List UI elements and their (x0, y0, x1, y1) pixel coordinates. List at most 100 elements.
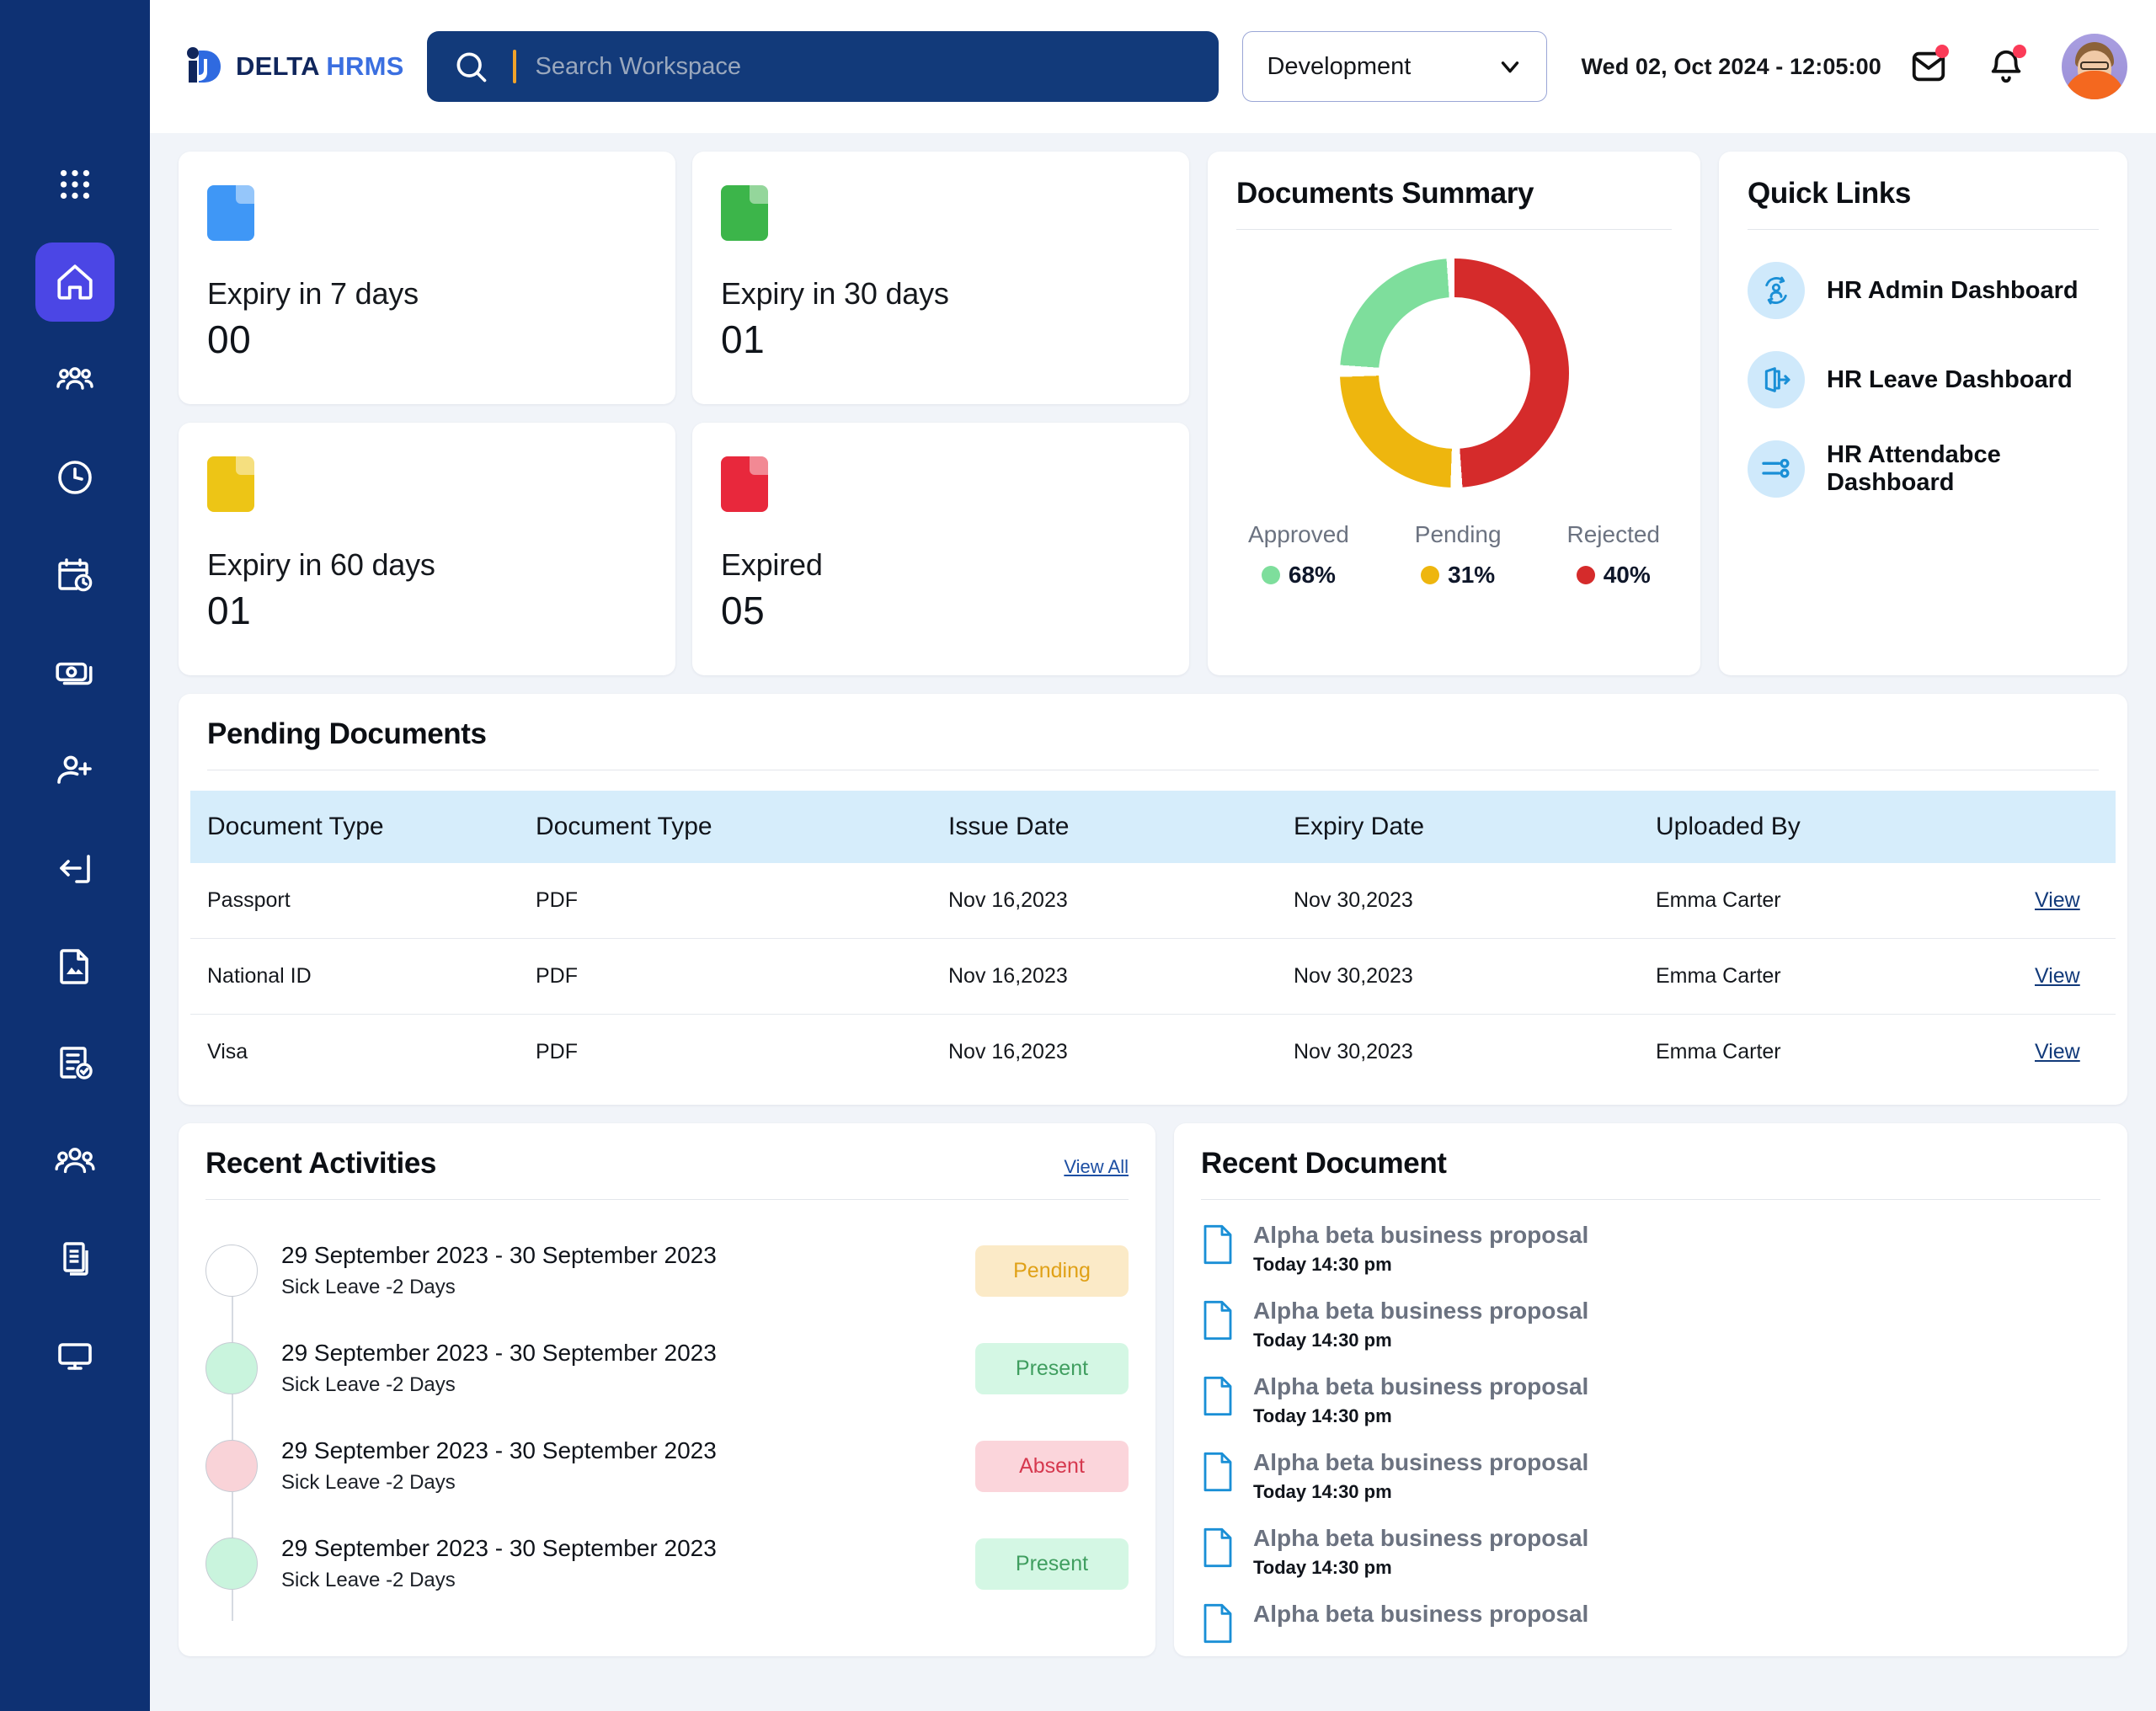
monitor-icon (55, 1336, 95, 1377)
recent-document-texts: Alpha beta business proposal Today 14:30 … (1253, 1298, 1588, 1351)
stat-card[interactable]: Expired 05 (692, 423, 1189, 675)
recent-document-item[interactable]: Alpha beta business proposal Today 14:30 … (1201, 1525, 2100, 1579)
table-row: Visa PDF Nov 16,2023 Nov 30,2023 Emma Carter… (190, 1015, 2116, 1090)
sidebar-item-monitor[interactable] (35, 1317, 115, 1396)
activities-list: 29 September 2023 - 30 September 2023 Sic… (205, 1222, 1129, 1612)
quick-link-item[interactable]: HR Admin Dashboard (1748, 262, 2099, 319)
sidebar-item-clock[interactable] (35, 438, 115, 517)
mail-icon[interactable] (1907, 45, 1951, 88)
recent-document-texts: Alpha beta business proposal Today 14:30 … (1253, 1449, 1588, 1503)
document-icon (721, 456, 768, 512)
cell-type: National ID (190, 938, 536, 1015)
sidebar-item-people-group[interactable] (35, 1122, 115, 1201)
recent-document-item[interactable]: Alpha beta business proposal Today 14:30 … (1201, 1373, 2100, 1427)
sliders-icon (1748, 440, 1805, 498)
stat-value: 01 (207, 589, 252, 632)
documents-summary-card: Documents Summary Approved 68% Pending 31% R… (1208, 152, 1700, 675)
recent-document-item[interactable]: Alpha beta business proposal (1201, 1601, 2100, 1648)
recent-document-title: Recent Document (1201, 1147, 1447, 1180)
recent-document-texts: Alpha beta business proposal Today 14:30 … (1253, 1222, 1588, 1276)
table-header: Document Type Document Type Issue Date Expi… (190, 791, 2116, 863)
document-icon (1201, 1300, 1235, 1345)
legend-label: Rejected (1566, 521, 1660, 547)
search-placeholder: Search Workspace (535, 52, 741, 80)
activity-item: 29 September 2023 - 30 September 2023 Sic… (205, 1319, 1129, 1417)
divider (1748, 229, 2099, 230)
cell-type: Passport (190, 863, 536, 939)
stat-card[interactable]: Expiry in 7 days 00 (179, 152, 675, 404)
avatar[interactable] (2062, 34, 2127, 99)
activities-timeline: 29 September 2023 - 30 September 2023 Sic… (205, 1200, 1129, 1621)
sidebar-item-user-add[interactable] (35, 731, 115, 810)
sidebar-item-login-arrow[interactable] (35, 829, 115, 908)
stat-label: Expiry in 30 days (721, 276, 949, 311)
document-icon (1201, 1452, 1235, 1496)
avatar-body (2064, 71, 2125, 99)
environment-select[interactable]: Development (1242, 31, 1548, 102)
quick-link-item[interactable]: HR Attendabce Dashboard (1748, 440, 2099, 498)
search-input[interactable]: Search Workspace (427, 31, 1219, 102)
view-all-link[interactable]: View All (1064, 1156, 1129, 1178)
cell-action: View (2035, 938, 2116, 1015)
donut-chart-wrap (1236, 230, 1672, 496)
cell-action: View (2035, 1015, 2116, 1090)
sidebar-item-documents[interactable] (35, 1219, 115, 1298)
sidebar-item-file-image[interactable] (35, 926, 115, 1005)
brand-part-2: HRMS (326, 51, 404, 81)
recent-document-time: Today 14:30 pm (1253, 1330, 1392, 1351)
top-header: DELTA HRMS Search Workspace Development … (150, 0, 2156, 133)
avatar-glasses (2080, 61, 2109, 70)
activity-date-range: 29 September 2023 - 30 September 2023 (281, 1437, 717, 1463)
table-row: Passport PDF Nov 16,2023 Nov 30,2023 Emma Ca… (190, 863, 2116, 939)
recent-document-item[interactable]: Alpha beta business proposal Today 14:30 … (1201, 1298, 2100, 1351)
sidebar-item-calendar-clock[interactable] (35, 536, 115, 615)
recent-document-item[interactable]: Alpha beta business proposal Today 14:30 … (1201, 1449, 2100, 1503)
legend-dot (1261, 566, 1280, 584)
timeline-dot (205, 1538, 258, 1590)
stat-row-bottom: Expiry in 60 days 01 Expired 05 (179, 423, 1189, 675)
cell-expiry: Nov 30,2023 (1294, 1040, 1413, 1063)
cell-type: Visa (207, 1040, 248, 1063)
cell-format: PDF (536, 1040, 578, 1063)
donut-legend: Approved 68% Pending 31% Rejected 40% (1236, 496, 1672, 589)
activity-detail: Sick Leave -2 Days (281, 1276, 456, 1298)
calendar-clock-icon (55, 555, 95, 595)
sidebar-item-checklist[interactable] (35, 1024, 115, 1103)
sidebar-item-home[interactable] (35, 243, 115, 322)
timeline-dot (205, 1245, 258, 1297)
view-document-link[interactable]: View (2035, 888, 2080, 912)
sidebar-item-team[interactable] (35, 340, 115, 419)
sidebar-item-apps-grid[interactable] (35, 145, 115, 224)
summary-row: Expiry in 7 days 00 Expiry in 30 days 01 Ex… (179, 152, 2127, 675)
brand-logo[interactable]: DELTA HRMS (172, 45, 403, 88)
legend-percent: 31% (1448, 562, 1496, 588)
cell-issue: Nov 16,2023 (948, 863, 1294, 939)
table-header-row: Document Type Document Type Issue Date Expi… (190, 791, 2116, 863)
document-icon (1201, 1603, 1235, 1648)
cell-uploader: Emma Carter (1656, 863, 2035, 939)
document-icon (721, 185, 768, 241)
checklist-icon (55, 1043, 95, 1084)
sidebar-item-money[interactable] (35, 633, 115, 712)
stat-card[interactable]: Expiry in 60 days 01 (179, 423, 675, 675)
view-document-link[interactable]: View (2035, 964, 2080, 988)
legend-percent: 68% (1288, 562, 1336, 588)
quick-link-item[interactable]: HR Leave Dashboard (1748, 351, 2099, 408)
stat-value: 05 (721, 589, 766, 632)
divider (1201, 1199, 2100, 1200)
cell-expiry: Nov 30,2023 (1294, 938, 1656, 1015)
stat-card[interactable]: Expiry in 30 days 01 (692, 152, 1189, 404)
recent-document-texts: Alpha beta business proposal Today 14:30 … (1253, 1525, 1588, 1579)
bell-icon[interactable] (1984, 45, 2028, 88)
stat-value: 01 (721, 317, 766, 361)
delta-logo-icon (184, 45, 226, 88)
cell-format: PDF (536, 863, 948, 939)
document-icon (1201, 1376, 1235, 1421)
view-document-link[interactable]: View (2035, 1040, 2080, 1063)
home-icon (54, 261, 96, 303)
recent-document-item[interactable]: Alpha beta business proposal Today 14:30 … (1201, 1222, 2100, 1276)
recent-document-list: Alpha beta business proposal Today 14:30 … (1201, 1222, 2100, 1648)
sidebar (0, 0, 150, 1711)
quick-link-label: HR Leave Dashboard (1827, 365, 2073, 393)
quick-links-list: HR Admin Dashboard HR Leave Dashboard HR A… (1748, 262, 2099, 498)
